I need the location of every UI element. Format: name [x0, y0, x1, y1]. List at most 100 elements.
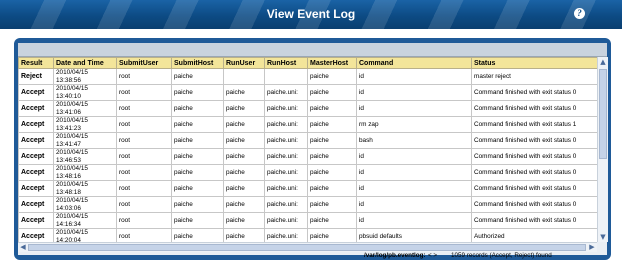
cell-time: 13:41:47: [56, 140, 81, 148]
cell-submit-user: root: [116, 148, 172, 165]
cell-result: Accept: [18, 148, 54, 165]
cell-result: Accept: [18, 180, 54, 197]
cell-status: Command finished with exit status 0: [471, 196, 597, 213]
cell-command: rm zap: [356, 116, 472, 133]
cell-master-host: paiche: [307, 116, 357, 133]
cell-submit-user: root: [116, 180, 172, 197]
cell-submit-user: root: [116, 212, 172, 229]
title-bar: View Event Log ?: [0, 0, 622, 29]
cell-run-user: paiche: [223, 212, 265, 229]
cell-run-user: paiche: [223, 116, 265, 133]
cell-master-host: paiche: [307, 84, 357, 101]
cell-date-time: 2010/04/15 14:16:34: [53, 212, 117, 229]
cell-run-host: paiche.uni:: [264, 212, 308, 229]
cell-run-host: paiche.uni:: [264, 148, 308, 165]
help-icon[interactable]: ?: [574, 8, 585, 19]
cell-run-host: [264, 68, 308, 85]
cell-time: 13:40:10: [56, 92, 81, 100]
cell-date-time: 2010/04/15 14:20:04: [53, 228, 117, 242]
cell-submit-host: paiche: [171, 116, 224, 133]
column-header-command[interactable]: Command: [356, 57, 472, 69]
cell-submit-user: root: [116, 100, 172, 117]
column-header-run-host[interactable]: RunHost: [264, 57, 308, 69]
cell-command: id: [356, 212, 472, 229]
table-row[interactable]: Reject 2010/04/15 13:38:56 root paiche paiche…: [18, 68, 597, 85]
table-row[interactable]: Accept 2010/04/15 13:41:47 root paiche paiche…: [18, 132, 597, 149]
cell-result: Accept: [18, 196, 54, 213]
cell-result: Accept: [18, 100, 54, 117]
vertical-scroll-thumb[interactable]: [599, 69, 607, 159]
column-header-run-user[interactable]: RunUser: [223, 57, 265, 69]
cell-run-user: paiche: [223, 84, 265, 101]
table-row[interactable]: Accept 2010/04/15 13:41:06 root paiche paiche…: [18, 100, 597, 117]
horizontal-scrollbar[interactable]: ◀ ▶: [18, 242, 597, 252]
scroll-left-arrow-icon[interactable]: ◀: [18, 242, 28, 252]
cell-date: 2010/04/15: [56, 101, 88, 109]
cell-date: 2010/04/15: [56, 133, 88, 141]
horizontal-scroll-thumb[interactable]: [28, 244, 586, 251]
cell-master-host: paiche: [307, 68, 357, 85]
cell-master-host: paiche: [307, 164, 357, 181]
cell-result: Accept: [18, 132, 54, 149]
cell-submit-user: root: [116, 228, 172, 242]
event-log-table-container[interactable]: Result Date and Time SubmitUser SubmitHo…: [18, 57, 597, 242]
cell-status: Command finished with exit status 0: [471, 84, 597, 101]
cell-status: Command finished with exit status 0: [471, 180, 597, 197]
cell-submit-host: paiche: [171, 68, 224, 85]
scroll-up-arrow-icon[interactable]: ▲: [598, 57, 608, 67]
cell-run-user: [223, 68, 265, 85]
scroll-down-arrow-icon[interactable]: ▼: [598, 232, 608, 242]
cell-status: Command finished with exit status 0: [471, 212, 597, 229]
cell-date: 2010/04/15: [56, 69, 88, 77]
cell-time: 13:38:56: [56, 76, 81, 84]
cell-time: 14:03:06: [56, 204, 81, 212]
cell-result: Accept: [18, 116, 54, 133]
cell-command: id: [356, 100, 472, 117]
column-header-date-time[interactable]: Date and Time: [53, 57, 117, 69]
table-row[interactable]: Accept 2010/04/15 14:03:06 root paiche paiche…: [18, 196, 597, 213]
cell-time: 14:16:34: [56, 220, 81, 228]
cell-run-user: paiche: [223, 180, 265, 197]
page-title: View Event Log: [266, 7, 356, 21]
column-header-result[interactable]: Result: [18, 57, 54, 69]
cell-submit-host: paiche: [171, 148, 224, 165]
vertical-scrollbar[interactable]: ▲ ▼: [597, 57, 608, 242]
cell-run-host: paiche.uni:: [264, 100, 308, 117]
scroll-right-arrow-icon[interactable]: ▶: [587, 242, 597, 252]
cell-date: 2010/04/15: [56, 229, 88, 237]
table-row[interactable]: Accept 2010/04/15 14:20:04 root paiche paiche…: [18, 228, 597, 242]
cell-run-host: paiche.uni:: [264, 228, 308, 242]
cell-command: id: [356, 148, 472, 165]
cell-run-host: paiche.uni:: [264, 84, 308, 101]
column-header-master-host[interactable]: MasterHost: [307, 57, 357, 69]
cell-date: 2010/04/15: [56, 181, 88, 189]
cell-status: Command finished with exit status 0: [471, 100, 597, 117]
cell-submit-user: root: [116, 196, 172, 213]
cell-status: Command finished with exit status 0: [471, 148, 597, 165]
table-row[interactable]: Accept 2010/04/15 13:41:23 root paiche paiche…: [18, 116, 597, 133]
cell-date-time: 2010/04/15 13:48:18: [53, 180, 117, 197]
column-header-submit-user[interactable]: SubmitUser: [116, 57, 172, 69]
record-navigation[interactable]: < >: [428, 252, 437, 259]
table-row[interactable]: Accept 2010/04/15 13:40:10 root paiche paiche…: [18, 84, 597, 101]
cell-submit-user: root: [116, 132, 172, 149]
cell-command: bash: [356, 132, 472, 149]
cell-date-time: 2010/04/15 13:40:10: [53, 84, 117, 101]
table-row[interactable]: Accept 2010/04/15 14:16:34 root paiche paiche…: [18, 212, 597, 229]
cell-submit-host: paiche: [171, 84, 224, 101]
table-row[interactable]: Accept 2010/04/15 13:46:53 root paiche paiche…: [18, 148, 597, 165]
cell-submit-host: paiche: [171, 164, 224, 181]
cell-run-host: paiche.uni:: [264, 132, 308, 149]
column-header-status[interactable]: Status: [471, 57, 597, 69]
cell-result: Accept: [18, 228, 54, 242]
cell-date: 2010/04/15: [56, 197, 88, 205]
cell-date-time: 2010/04/15 13:38:56: [53, 68, 117, 85]
table-row[interactable]: Accept 2010/04/15 13:48:16 root paiche paiche…: [18, 164, 597, 181]
table-row[interactable]: Accept 2010/04/15 13:48:18 root paiche paiche…: [18, 180, 597, 197]
cell-result: Accept: [18, 84, 54, 101]
cell-status: master reject: [471, 68, 597, 85]
cell-status: Authorized: [471, 228, 597, 242]
column-header-submit-host[interactable]: SubmitHost: [171, 57, 224, 69]
table-header-row: Result Date and Time SubmitUser SubmitHo…: [18, 57, 597, 69]
cell-master-host: paiche: [307, 132, 357, 149]
